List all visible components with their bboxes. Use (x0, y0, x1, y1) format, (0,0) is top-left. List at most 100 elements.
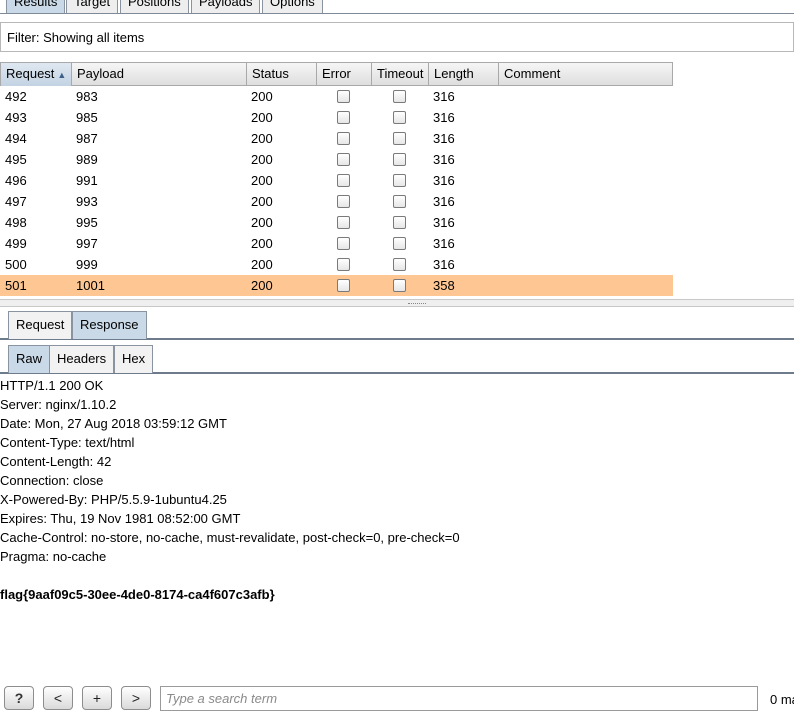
search-input[interactable] (160, 686, 758, 711)
table-row[interactable]: 501 1001 200 358 (0, 275, 673, 296)
pane-splitter[interactable] (0, 299, 794, 307)
timeout-checkbox[interactable] (393, 279, 406, 292)
tab-target[interactable]: Target (66, 0, 119, 13)
table-row[interactable]: 492 983 200 316 (0, 86, 673, 107)
error-checkbox[interactable] (337, 90, 350, 103)
cell-comment (498, 86, 503, 107)
cell-payload: 993 (76, 194, 98, 209)
error-checkbox[interactable] (337, 111, 350, 124)
error-checkbox[interactable] (337, 237, 350, 250)
previous-match-button[interactable]: < (43, 686, 73, 710)
cell-payload: 991 (76, 173, 98, 188)
table-row[interactable]: 493 985 200 316 (0, 107, 673, 128)
tab-raw[interactable]: Raw (8, 345, 51, 373)
help-button[interactable]: ? (4, 686, 34, 710)
column-header-status[interactable]: Status (247, 63, 317, 86)
tab-positions[interactable]: Positions (120, 0, 189, 13)
response-header-line: Expires: Thu, 19 Nov 1981 08:52:00 GMT (0, 511, 241, 526)
cell-length: 316 (433, 173, 455, 188)
error-checkbox[interactable] (337, 279, 350, 292)
table-row[interactable]: 497 993 200 316 (0, 191, 673, 212)
top-tab-bar: Results Target Positions Payloads Option… (0, 0, 794, 14)
column-header-error[interactable]: Error (317, 63, 372, 86)
cell-request: 498 (5, 215, 27, 230)
cell-status: 200 (251, 173, 273, 188)
response-header-line: Server: nginx/1.10.2 (0, 397, 117, 412)
cell-payload: 997 (76, 236, 98, 251)
timeout-checkbox[interactable] (393, 90, 406, 103)
table-row[interactable]: 499 997 200 316 (0, 233, 673, 254)
sort-ascending-icon: ▲ (57, 70, 67, 80)
timeout-checkbox[interactable] (393, 237, 406, 250)
cell-comment (498, 170, 503, 191)
cell-length: 316 (433, 110, 455, 125)
timeout-checkbox[interactable] (393, 132, 406, 145)
error-checkbox[interactable] (337, 195, 350, 208)
cell-payload: 983 (76, 89, 98, 104)
cell-length: 358 (433, 278, 455, 293)
response-header-line: Connection: close (0, 473, 104, 488)
column-header-length[interactable]: Length (429, 63, 499, 86)
timeout-checkbox[interactable] (393, 216, 406, 229)
cell-request: 495 (5, 152, 27, 167)
table-row[interactable]: 498 995 200 316 (0, 212, 673, 233)
tab-hex[interactable]: Hex (114, 345, 154, 373)
cell-payload: 989 (76, 152, 98, 167)
column-header-payload[interactable]: Payload (72, 63, 247, 86)
timeout-checkbox[interactable] (393, 258, 406, 271)
cell-status: 200 (251, 110, 273, 125)
cell-status: 200 (251, 131, 273, 146)
table-row[interactable]: 495 989 200 316 (0, 149, 673, 170)
filter-bar[interactable]: Filter: Showing all items (0, 22, 794, 52)
cell-length: 316 (433, 131, 455, 146)
tab-response[interactable]: Response (72, 311, 147, 339)
cell-length: 316 (433, 152, 455, 167)
column-header-request[interactable]: Request ▲ (1, 63, 72, 86)
tab-payloads[interactable]: Payloads (191, 0, 261, 13)
timeout-checkbox[interactable] (393, 195, 406, 208)
cell-payload: 999 (76, 257, 98, 272)
table-header: Request ▲ Payload Status Error Timeout Le… (0, 62, 673, 86)
add-search-button[interactable]: + (82, 686, 112, 710)
format-tab-bar: Raw Headers Hex (0, 342, 794, 374)
error-checkbox[interactable] (337, 174, 350, 187)
error-checkbox[interactable] (337, 258, 350, 271)
cell-comment (498, 128, 503, 149)
table-row[interactable]: 494 987 200 316 (0, 128, 673, 149)
timeout-checkbox[interactable] (393, 153, 406, 166)
results-table: Request ▲ Payload Status Error Timeout Le… (0, 62, 673, 299)
column-header-comment[interactable]: Comment (499, 63, 674, 86)
error-checkbox[interactable] (337, 216, 350, 229)
response-header-line: Cache-Control: no-store, no-cache, must-… (0, 530, 460, 545)
cell-comment (498, 212, 503, 233)
cell-request: 496 (5, 173, 27, 188)
column-header-timeout[interactable]: Timeout (372, 63, 429, 86)
tab-headers[interactable]: Headers (49, 345, 115, 373)
tab-request[interactable]: Request (8, 311, 73, 339)
cell-request: 493 (5, 110, 27, 125)
timeout-checkbox[interactable] (393, 111, 406, 124)
cell-comment (498, 233, 503, 254)
splitter-grip-icon[interactable] (408, 303, 426, 305)
cell-comment (498, 191, 503, 212)
cell-length: 316 (433, 89, 455, 104)
next-match-button[interactable]: > (121, 686, 151, 710)
error-checkbox[interactable] (337, 153, 350, 166)
table-row[interactable]: 496 991 200 316 (0, 170, 673, 191)
cell-length: 316 (433, 194, 455, 209)
table-body: 492 983 200 316 493 985 200 316 494 987 200 316 495 9… (0, 86, 673, 296)
column-label: Request (6, 66, 55, 81)
response-header-line: HTTP/1.1 200 OK (0, 378, 104, 393)
response-viewer[interactable]: HTTP/1.1 200 OK Server: nginx/1.10.2 Dat… (0, 376, 794, 676)
response-body-flag: flag{9aaf09c5-30ee-4de0-8174-ca4f607c3af… (0, 587, 275, 602)
cell-length: 316 (433, 257, 455, 272)
timeout-checkbox[interactable] (393, 174, 406, 187)
tab-results[interactable]: Results (6, 0, 66, 13)
cell-length: 316 (433, 236, 455, 251)
table-row[interactable]: 500 999 200 316 (0, 254, 673, 275)
response-header-line: Content-Type: text/html (0, 435, 135, 450)
tab-options[interactable]: Options (262, 0, 323, 13)
search-bar: ? < + > 0 matches (0, 684, 794, 712)
response-header-line: Pragma: no-cache (0, 549, 107, 564)
error-checkbox[interactable] (337, 132, 350, 145)
